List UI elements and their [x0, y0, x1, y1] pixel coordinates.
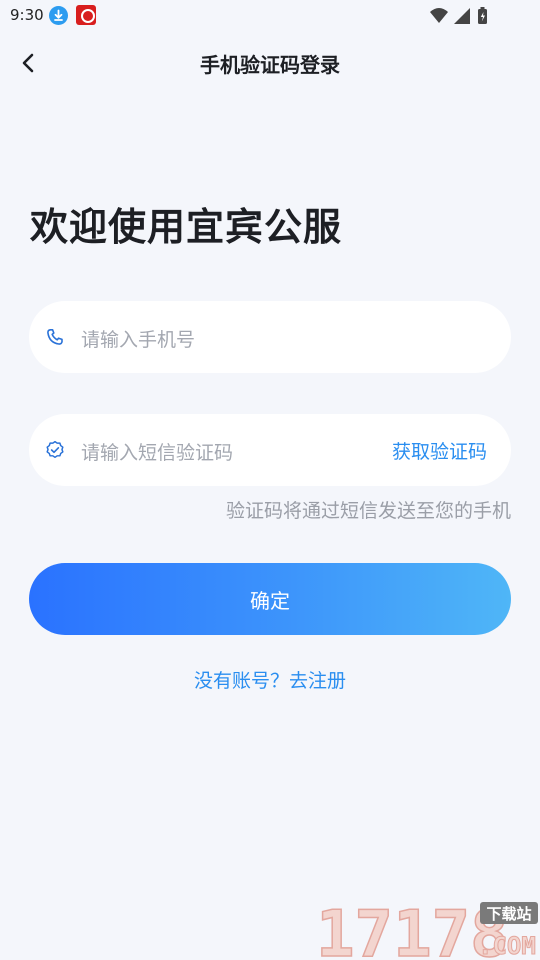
app-notification-icon [76, 5, 96, 25]
watermark-suffix: .COM [478, 932, 536, 960]
watermark-logo: 17178 下载站 .COM [316, 897, 538, 960]
login-screen: 9:30 手机验证码登录 欢迎使用宜宾公服 请输入手机号 请输入短信验证码 获取… [0, 0, 540, 960]
shield-check-icon [46, 440, 64, 459]
status-time: 9:30 [10, 6, 44, 24]
verification-code-field[interactable]: 请输入短信验证码 获取验证码 [29, 414, 511, 486]
phone-input[interactable]: 请输入手机号 [81, 325, 195, 352]
get-code-button[interactable]: 获取验证码 [392, 437, 487, 464]
sms-hint: 验证码将通过短信发送至您的手机 [225, 500, 511, 522]
download-icon [49, 6, 68, 25]
status-icons [430, 7, 487, 24]
wifi-icon [430, 8, 448, 23]
confirm-button[interactable]: 确定 [29, 563, 511, 635]
register-link[interactable]: 没有账号？去注册 [0, 666, 540, 693]
watermark-badge: 下载站 [486, 905, 531, 923]
phone-icon [46, 328, 64, 346]
confirm-label: 确定 [250, 588, 290, 613]
welcome-heading: 欢迎使用宜宾公服 [30, 205, 343, 249]
code-input[interactable]: 请输入短信验证码 [81, 438, 233, 465]
signal-icon [454, 8, 470, 24]
page-title: 手机验证码登录 [200, 53, 340, 77]
battery-icon [478, 7, 487, 24]
phone-field[interactable]: 请输入手机号 [29, 301, 511, 373]
status-bar: 9:30 [0, 0, 540, 32]
